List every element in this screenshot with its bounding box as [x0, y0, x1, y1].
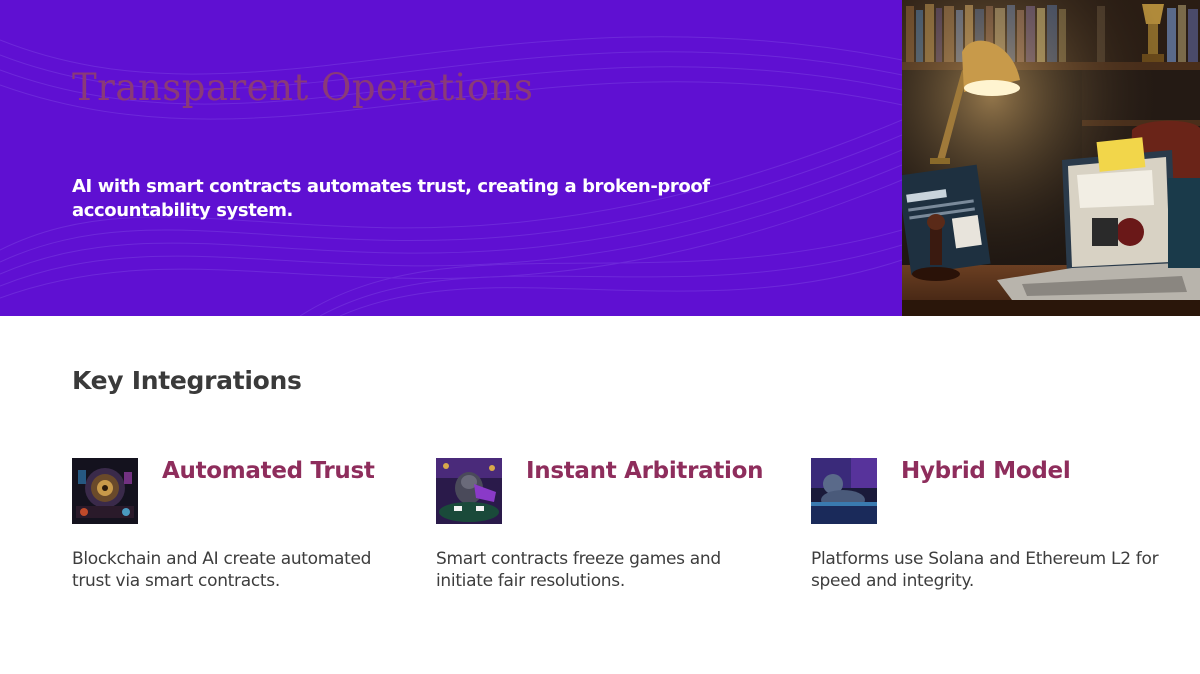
vault-icon	[72, 458, 138, 524]
card-title: Instant Arbitration	[526, 458, 764, 484]
gorilla-lounge-icon	[811, 458, 877, 524]
hero-banner: Transparent Operations AI with smart con…	[0, 0, 902, 316]
wave-pattern-icon	[0, 36, 902, 316]
card-description: Smart contracts freeze games and initiat…	[436, 549, 721, 591]
hero-title: Transparent Operations	[72, 66, 534, 109]
hero-photo	[902, 0, 1200, 316]
card-title: Automated Trust	[162, 458, 375, 484]
card-description: Platforms use Solana and Ethereum L2 for…	[811, 549, 1159, 591]
gorilla-poker-icon	[436, 458, 502, 524]
card-description: Blockchain and AI create automated trust…	[72, 549, 372, 591]
desk-lamp-laptop-icon	[902, 0, 1200, 316]
card-title: Hybrid Model	[901, 458, 1071, 484]
hero-subtitle: AI with smart contracts automates trust,…	[72, 176, 710, 221]
section-title: Key Integrations	[72, 366, 302, 395]
